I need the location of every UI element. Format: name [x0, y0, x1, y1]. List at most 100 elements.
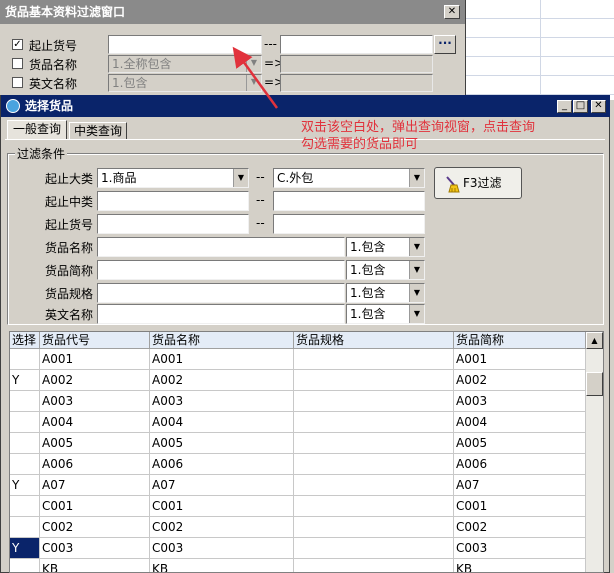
table-cell[interactable]: A001	[454, 349, 586, 370]
item-no-range-to-input[interactable]	[273, 214, 425, 234]
table-cell[interactable]	[294, 433, 454, 454]
table-cell[interactable]	[294, 454, 454, 475]
select-cell[interactable]	[10, 517, 40, 538]
table-cell[interactable]: A001	[40, 349, 150, 370]
filter-short-name-label: 货品简称	[44, 264, 93, 278]
table-cell[interactable]: C003	[40, 538, 150, 559]
chevron-down-icon: ▼	[409, 238, 424, 256]
filter-english-name-input[interactable]	[97, 304, 345, 324]
outer-close-button[interactable]: ✕	[444, 5, 460, 19]
table-cell[interactable]: C002	[454, 517, 586, 538]
tab-middle-category-query[interactable]: 中类查询	[69, 122, 127, 139]
select-goods-window: 选择货品 _ □ ✕ 一般查询 中类查询 过滤条件 起止大类 1.商品 ▼ --…	[0, 95, 610, 573]
table-cell[interactable]	[294, 349, 454, 370]
annotation-line-1: 双击该空白处，弹出查询视窗，点击查询	[301, 120, 536, 135]
table-cell[interactable]: A006	[454, 454, 586, 475]
column-header[interactable]: 货品简称	[454, 332, 586, 349]
select-cell[interactable]: Y	[10, 370, 40, 391]
item-no-checkbox[interactable]: ✓	[12, 39, 23, 50]
table-cell[interactable]: A005	[150, 433, 294, 454]
table-cell[interactable]: A005	[40, 433, 150, 454]
table-cell[interactable]	[294, 496, 454, 517]
inner-close-button[interactable]: ✕	[591, 100, 606, 113]
table-cell[interactable]: A07	[150, 475, 294, 496]
table-cell[interactable]	[294, 391, 454, 412]
minimize-button[interactable]: _	[557, 100, 572, 113]
filter-english-name-mode[interactable]: 1.包含 ▼	[346, 304, 425, 324]
table-cell[interactable]: A002	[150, 370, 294, 391]
goods-name-label: 货品名称	[29, 58, 78, 72]
filter-spec-label: 货品规格	[44, 287, 93, 301]
select-cell[interactable]: Y	[10, 538, 40, 559]
chevron-down-icon: ▼	[409, 261, 424, 279]
filter-english-name-label: 英文名称	[44, 308, 93, 322]
column-header[interactable]: 选择	[10, 332, 40, 349]
select-cell[interactable]: Y	[10, 475, 40, 496]
table-cell[interactable]	[294, 370, 454, 391]
table-cell[interactable]: A003	[150, 391, 294, 412]
table-cell[interactable]	[294, 475, 454, 496]
table-cell[interactable]: A07	[40, 475, 150, 496]
table-cell[interactable]: A006	[40, 454, 150, 475]
item-no-range-from-input[interactable]	[97, 214, 249, 234]
f3-filter-button[interactable]: F3过滤	[434, 167, 522, 199]
scroll-up-button[interactable]: ▲	[586, 332, 603, 349]
table-cell[interactable]: A004	[40, 412, 150, 433]
select-cell[interactable]	[10, 559, 40, 572]
filter-group-title: 过滤条件	[15, 145, 68, 162]
english-name-checkbox[interactable]	[12, 77, 23, 88]
browse-button[interactable]: ···	[434, 35, 456, 54]
goods-name-checkbox[interactable]	[12, 58, 23, 69]
table-cell[interactable]	[294, 538, 454, 559]
filter-spec-mode[interactable]: 1.包含 ▼	[346, 283, 425, 303]
middle-category-from-input[interactable]	[97, 191, 249, 211]
select-cell[interactable]	[10, 412, 40, 433]
table-cell[interactable]	[294, 412, 454, 433]
table-cell[interactable]	[294, 559, 454, 572]
outer-titlebar: 货品基本资料过滤窗口	[0, 0, 465, 24]
column-header[interactable]: 货品名称	[150, 332, 294, 349]
column-header[interactable]: 货品规格	[294, 332, 454, 349]
filter-goods-name-input[interactable]	[97, 237, 345, 257]
table-cell[interactable]: A002	[454, 370, 586, 391]
filter-goods-name-mode[interactable]: 1.包含 ▼	[346, 237, 425, 257]
table-cell[interactable]: C001	[150, 496, 294, 517]
table-cell[interactable]: KB	[454, 559, 586, 572]
table-cell[interactable]: A002	[40, 370, 150, 391]
select-cell[interactable]	[10, 433, 40, 454]
table-cell[interactable]: C002	[40, 517, 150, 538]
filter-spec-input[interactable]	[97, 283, 345, 303]
table-cell[interactable]: A001	[150, 349, 294, 370]
sheet-gridline	[466, 37, 614, 38]
middle-category-to-input[interactable]	[273, 191, 425, 211]
filter-short-name-input[interactable]	[97, 260, 345, 280]
table-cell[interactable]: C001	[40, 496, 150, 517]
table-cell[interactable]	[294, 517, 454, 538]
table-cell[interactable]: KB	[40, 559, 150, 572]
middle-category-dash: --	[256, 193, 265, 207]
tab-general-query[interactable]: 一般查询	[7, 120, 67, 139]
table-cell[interactable]: C002	[150, 517, 294, 538]
table-cell[interactable]: A003	[40, 391, 150, 412]
table-cell[interactable]: A005	[454, 433, 586, 454]
table-cell[interactable]: A07	[454, 475, 586, 496]
select-cell[interactable]	[10, 496, 40, 517]
scroll-thumb[interactable]	[586, 372, 603, 396]
table-cell[interactable]: C001	[454, 496, 586, 517]
category-to-select[interactable]: C.外包 ▼	[273, 168, 425, 188]
filter-short-name-mode[interactable]: 1.包含 ▼	[346, 260, 425, 280]
category-from-select[interactable]: 1.商品 ▼	[97, 168, 249, 188]
select-cell[interactable]	[10, 391, 40, 412]
vertical-scrollbar[interactable]: ▲	[586, 332, 603, 572]
table-cell[interactable]: KB	[150, 559, 294, 572]
table-cell[interactable]: A004	[150, 412, 294, 433]
table-cell[interactable]: C003	[454, 538, 586, 559]
maximize-button[interactable]: □	[573, 100, 588, 113]
table-cell[interactable]: A004	[454, 412, 586, 433]
column-header[interactable]: 货品代号	[40, 332, 150, 349]
table-cell[interactable]: A006	[150, 454, 294, 475]
table-cell[interactable]: A003	[454, 391, 586, 412]
select-cell[interactable]	[10, 454, 40, 475]
table-cell[interactable]: C003	[150, 538, 294, 559]
select-cell[interactable]	[10, 349, 40, 370]
